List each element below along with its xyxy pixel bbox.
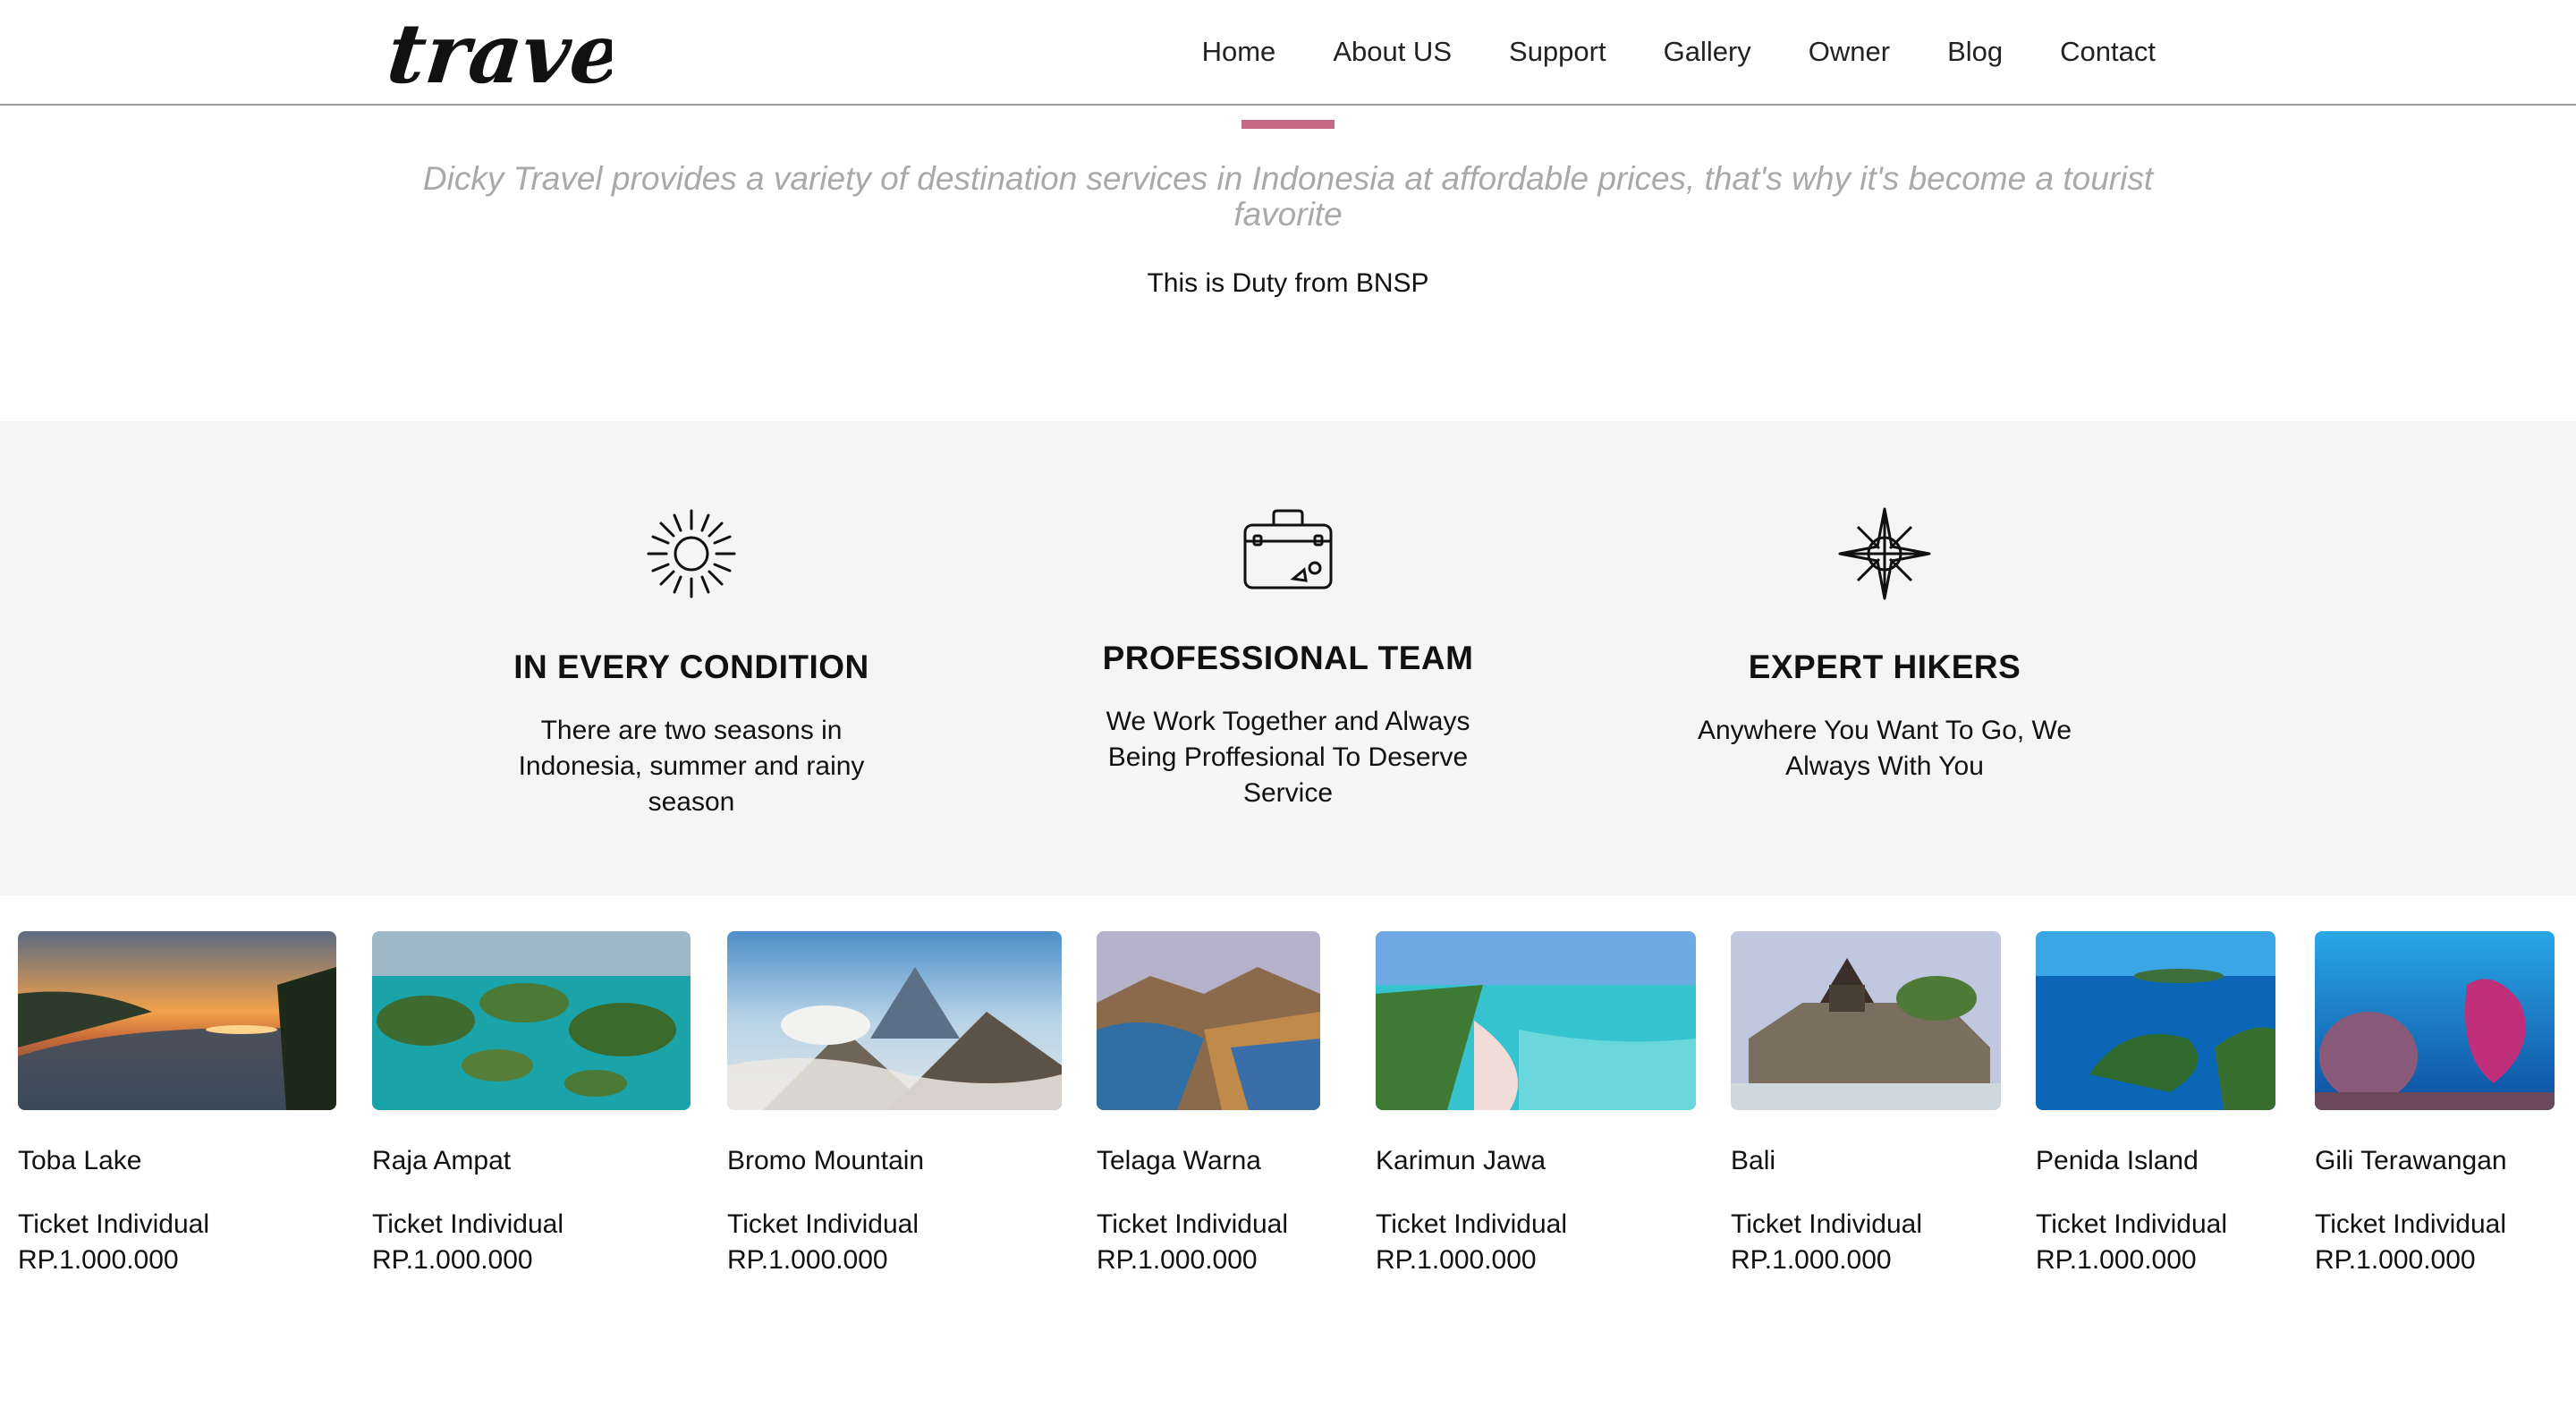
destination-name: Karimun Jawa [1376, 1146, 1546, 1175]
compass-icon [1838, 507, 1931, 600]
ticket-label: Ticket Individual [372, 1209, 564, 1239]
destination-card-raja-ampat[interactable]: Raja Ampat Ticket Individual RP.1.000.000 [372, 931, 691, 1278]
ticket-label: Ticket Individual [2036, 1209, 2227, 1239]
section-accent-bar [1241, 120, 1335, 129]
ticket-label: Ticket Individual [18, 1209, 209, 1239]
destination-card-bali[interactable]: Bali Ticket Individual RP.1.000.000 [1731, 931, 2001, 1278]
nav-support[interactable]: Support [1509, 30, 1606, 73]
svg-text:travel: travel [388, 4, 612, 98]
feature-text: There are two seasons in Indonesia, summ… [518, 716, 865, 817]
ticket-label: Ticket Individual [2315, 1209, 2506, 1239]
destination-name: Bromo Mountain [727, 1146, 925, 1175]
sun-icon [647, 509, 736, 598]
destination-card-karimun-jawa[interactable]: Karimun Jawa Ticket Individual RP.1.000.0… [1376, 931, 1696, 1278]
feature-title: PROFESSIONAL TEAM [1102, 640, 1474, 676]
destination-ticket: Ticket Individual RP.1.000.000 [1731, 1207, 2001, 1278]
destination-ticket: Ticket Individual RP.1.000.000 [727, 1207, 1062, 1278]
nav-about-us[interactable]: About US [1333, 30, 1452, 73]
ticket-price: RP.1.000.000 [2315, 1245, 2476, 1275]
feature-expert-hikers: EXPERT HIKERS Anywhere You Want To Go, W… [1616, 507, 2153, 785]
destination-name: Toba Lake [18, 1146, 142, 1175]
ticket-price: RP.1.000.000 [727, 1245, 888, 1275]
destination-name: Bali [1731, 1146, 1776, 1175]
destination-card-toba-lake[interactable]: Toba Lake Ticket Individual RP.1.000.000 [18, 931, 336, 1278]
destination-name: Penida Island [2036, 1146, 2199, 1175]
destination-card-penida-island[interactable]: Penida Island Ticket Individual RP.1.000.… [2036, 931, 2275, 1278]
destination-image[interactable] [1731, 931, 2001, 1110]
ticket-price: RP.1.000.000 [18, 1245, 179, 1275]
ticket-price: RP.1.000.000 [1731, 1245, 1892, 1275]
ticket-price: RP.1.000.000 [1097, 1245, 1258, 1275]
feature-every-condition: IN EVERY CONDITION There are two seasons… [423, 507, 960, 820]
destination-ticket: Ticket Individual RP.1.000.000 [18, 1207, 336, 1278]
feature-title: IN EVERY CONDITION [513, 649, 869, 685]
destination-ticket: Ticket Individual RP.1.000.000 [2036, 1207, 2275, 1278]
ticket-label: Ticket Individual [727, 1209, 919, 1239]
destination-image[interactable] [1097, 931, 1320, 1110]
ticket-price: RP.1.000.000 [372, 1245, 533, 1275]
nav-blog[interactable]: Blog [1947, 30, 2003, 73]
destination-image[interactable] [372, 931, 691, 1110]
feature-title: EXPERT HIKERS [1748, 649, 2021, 685]
travel-logo[interactable]: travel [388, 0, 612, 98]
ticket-label: Ticket Individual [1731, 1209, 1922, 1239]
intro-subline: This is Duty from BNSP [1147, 268, 1429, 298]
nav-contact[interactable]: Contact [2060, 30, 2156, 73]
feature-professional-team: PROFESSIONAL TEAM We Work Together and A… [1020, 507, 1556, 811]
nav-menu: Home About US Support Gallery Owner Blog… [1145, 30, 2156, 73]
ticket-price: RP.1.000.000 [1376, 1245, 1537, 1275]
destination-card-bromo-mountain[interactable]: Bromo Mountain Ticket Individual RP.1.000… [727, 931, 1062, 1278]
destination-image[interactable] [2315, 931, 2555, 1110]
nav-owner[interactable]: Owner [1809, 30, 1890, 73]
destination-ticket: Ticket Individual RP.1.000.000 [372, 1207, 691, 1278]
ticket-label: Ticket Individual [1376, 1209, 1567, 1239]
destination-name: Telaga Warna [1097, 1146, 1261, 1175]
ticket-label: Ticket Individual [1097, 1209, 1288, 1239]
features-section: IN EVERY CONDITION There are two seasons… [0, 421, 2576, 895]
destination-ticket: Ticket Individual RP.1.000.000 [2315, 1207, 2555, 1278]
destination-image[interactable] [1376, 931, 1696, 1110]
destination-name: Gili Terawangan [2315, 1146, 2507, 1175]
destination-ticket: Ticket Individual RP.1.000.000 [1376, 1207, 1696, 1278]
nav-gallery[interactable]: Gallery [1664, 30, 1751, 73]
destination-image[interactable] [2036, 931, 2275, 1110]
destination-image[interactable] [727, 931, 1062, 1110]
destination-card-gili-terawangan[interactable]: Gili Terawangan Ticket Individual RP.1.00… [2315, 931, 2555, 1278]
feature-text: Anywhere You Want To Go, We Always With … [1697, 716, 2072, 781]
feature-text: We Work Together and Always Being Proffe… [1106, 707, 1470, 808]
destination-name: Raja Ampat [372, 1146, 512, 1175]
suitcase-icon [1243, 509, 1333, 589]
intro-tagline: Dicky Travel provides a variety of desti… [422, 160, 2154, 233]
destination-card-telaga-warna[interactable]: Telaga Warna Ticket Individual RP.1.000.0… [1097, 931, 1320, 1278]
navbar: travel Home About US Support Gallery Own… [0, 0, 2576, 106]
nav-home[interactable]: Home [1202, 30, 1276, 73]
ticket-price: RP.1.000.000 [2036, 1245, 2197, 1275]
destination-image[interactable] [18, 931, 336, 1110]
destination-ticket: Ticket Individual RP.1.000.000 [1097, 1207, 1320, 1278]
